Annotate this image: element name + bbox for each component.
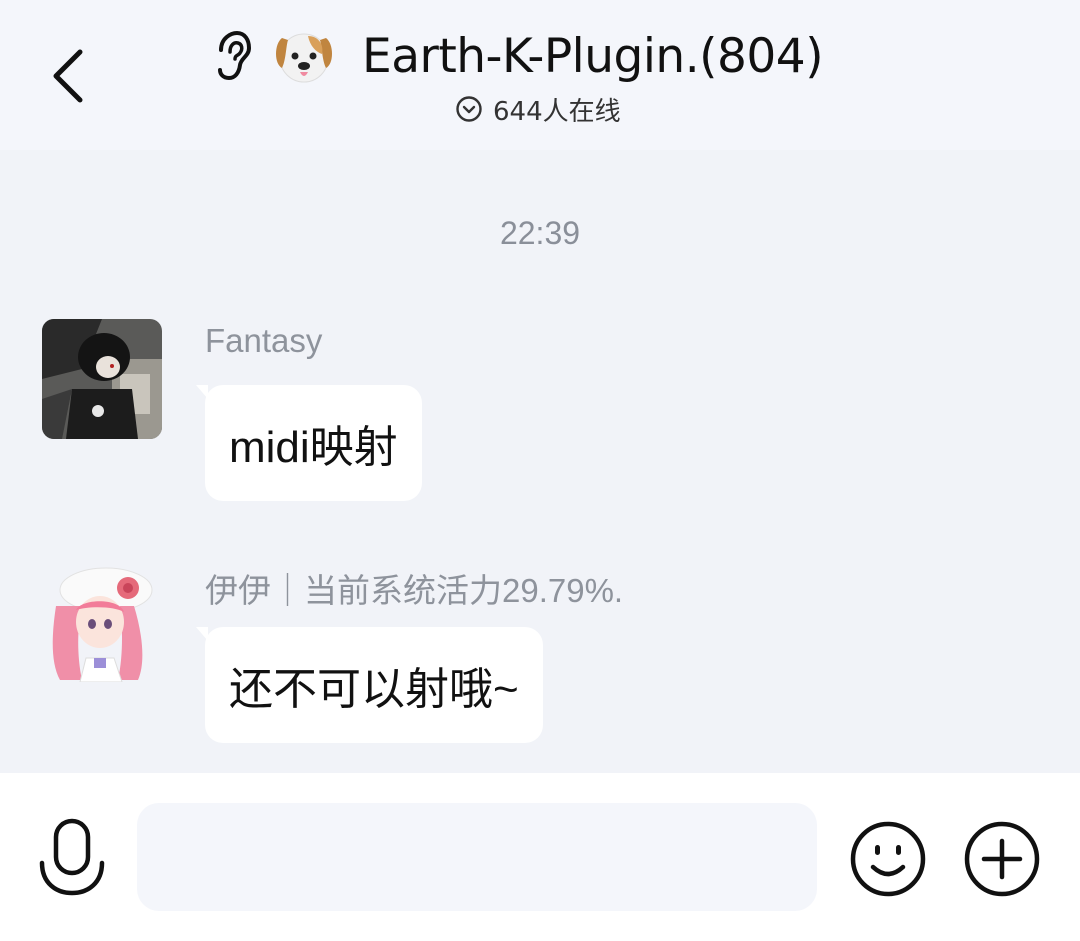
microphone-icon [39, 818, 105, 896]
avatar-pink-hair-character [42, 562, 162, 682]
message-timestamp: 22:39 [499, 215, 581, 251]
chat-header: Earth-K-Plugin.(804) 644人在线 [0, 0, 1080, 150]
chat-title-row[interactable]: Earth-K-Plugin.(804) [210, 22, 824, 90]
sender-avatar[interactable] [42, 562, 162, 682]
more-button[interactable] [962, 819, 1042, 899]
chat-title: Earth-K-Plugin.(804) [362, 28, 824, 84]
back-button[interactable] [40, 40, 96, 112]
voice-button[interactable] [38, 817, 106, 899]
online-count-text: 644人在线 [493, 96, 621, 127]
avatar-dark-character [42, 319, 162, 439]
sender-name[interactable]: 伊伊｜当前系统活力29.79%. [205, 564, 623, 612]
dog-face-icon [270, 24, 338, 88]
message-input[interactable] [137, 803, 817, 911]
smiley-icon [850, 821, 926, 897]
message-bubble[interactable]: 还不可以射哦~ [196, 627, 543, 743]
plus-circle-icon [964, 821, 1040, 897]
sender-name[interactable]: Fantasy [205, 322, 322, 360]
message-bubble[interactable]: midi映射 [196, 385, 422, 501]
composer-bar [0, 773, 1080, 941]
ear-icon [210, 28, 256, 84]
chevron-down-circle-icon [455, 94, 485, 124]
sender-avatar[interactable] [42, 319, 162, 439]
back-chevron-icon [53, 49, 83, 103]
emoji-button[interactable] [848, 819, 928, 899]
online-count[interactable]: 644人在线 [455, 90, 621, 128]
